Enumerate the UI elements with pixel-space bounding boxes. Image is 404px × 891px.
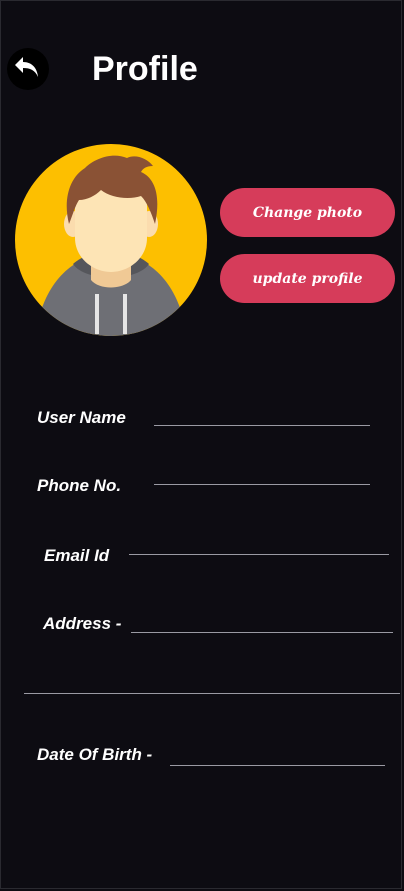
user-name-label: User Name [37, 408, 126, 427]
address-field-line-2[interactable] [24, 679, 400, 694]
email-field[interactable] [129, 540, 389, 555]
update-profile-button[interactable]: update profile [220, 254, 395, 303]
phone-field[interactable] [154, 470, 370, 485]
back-arrow-icon [13, 54, 43, 85]
address-field[interactable] [131, 618, 393, 633]
user-avatar-icon [35, 155, 187, 336]
date-of-birth-label: Date Of Birth - [37, 745, 153, 764]
user-name-field[interactable] [154, 411, 370, 426]
address-label: Address - [43, 614, 122, 633]
email-label: Email Id [44, 546, 110, 565]
change-photo-button[interactable]: Change photo [220, 188, 395, 237]
back-button[interactable] [7, 48, 49, 90]
profile-avatar [15, 144, 207, 336]
phone-label: Phone No. [37, 476, 122, 495]
date-of-birth-field[interactable] [170, 751, 385, 766]
page-title: Profile [92, 50, 198, 88]
